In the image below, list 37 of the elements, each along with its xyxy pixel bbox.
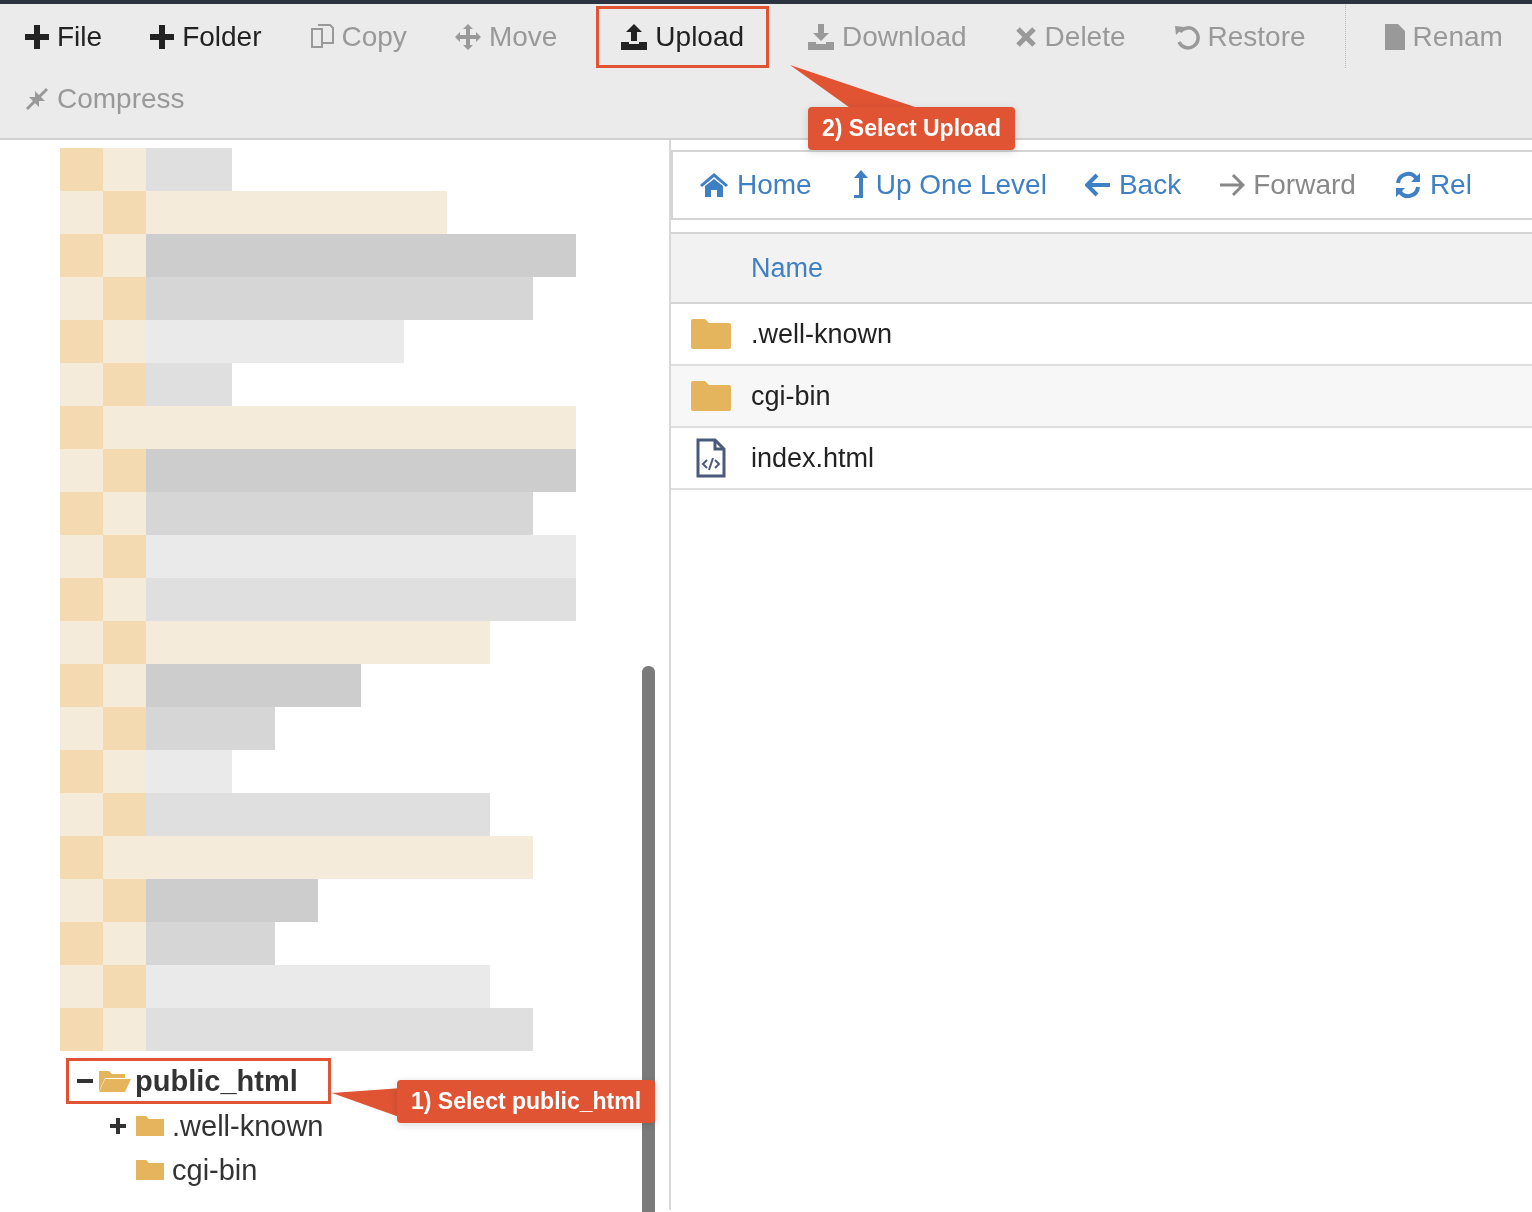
folder-icon bbox=[691, 319, 731, 349]
nav-button[interactable]: Home bbox=[699, 169, 812, 201]
compress-icon bbox=[25, 87, 49, 111]
tree-item[interactable]: public_html bbox=[66, 1058, 331, 1104]
file-name[interactable]: .well-known bbox=[751, 318, 893, 350]
callout: 2) Select Upload bbox=[808, 107, 1015, 150]
document-icon bbox=[1384, 24, 1405, 50]
left-arrow-icon bbox=[1084, 173, 1111, 197]
plus-icon bbox=[25, 25, 49, 49]
folder-icon bbox=[691, 381, 731, 411]
nav-button[interactable]: Back bbox=[1084, 169, 1182, 201]
undo-icon bbox=[1173, 24, 1200, 50]
folder-icon bbox=[136, 1159, 164, 1181]
toolbar-button[interactable]: Upload bbox=[596, 6, 770, 68]
column-header[interactable]: Name bbox=[751, 252, 824, 284]
toolbar-button[interactable]: File bbox=[16, 6, 112, 68]
plus-icon bbox=[150, 25, 175, 49]
code-file-icon bbox=[696, 438, 726, 478]
refresh-icon bbox=[1393, 171, 1422, 199]
home-icon bbox=[699, 172, 729, 198]
tree-item[interactable]: .well-known bbox=[110, 1104, 324, 1148]
nav-button[interactable]: Rel bbox=[1393, 169, 1472, 201]
open-folder-icon bbox=[99, 1069, 131, 1093]
tree-item[interactable]: cgi-bin bbox=[110, 1148, 258, 1192]
file-name[interactable]: index.html bbox=[751, 442, 875, 474]
file-name[interactable]: cgi-bin bbox=[751, 380, 831, 412]
download-icon bbox=[808, 24, 835, 50]
move-icon bbox=[454, 24, 481, 50]
plus-icon[interactable] bbox=[110, 1118, 126, 1134]
copy-icon bbox=[309, 24, 334, 50]
nav-button[interactable]: Up One Level bbox=[849, 169, 1047, 201]
folder-icon bbox=[136, 1115, 164, 1137]
scrollbar[interactable] bbox=[642, 666, 655, 1212]
upload-icon bbox=[621, 24, 648, 50]
close-icon bbox=[1014, 26, 1037, 48]
right-arrow-icon bbox=[1219, 173, 1246, 197]
toolbar-button[interactable]: Folder bbox=[141, 6, 271, 68]
